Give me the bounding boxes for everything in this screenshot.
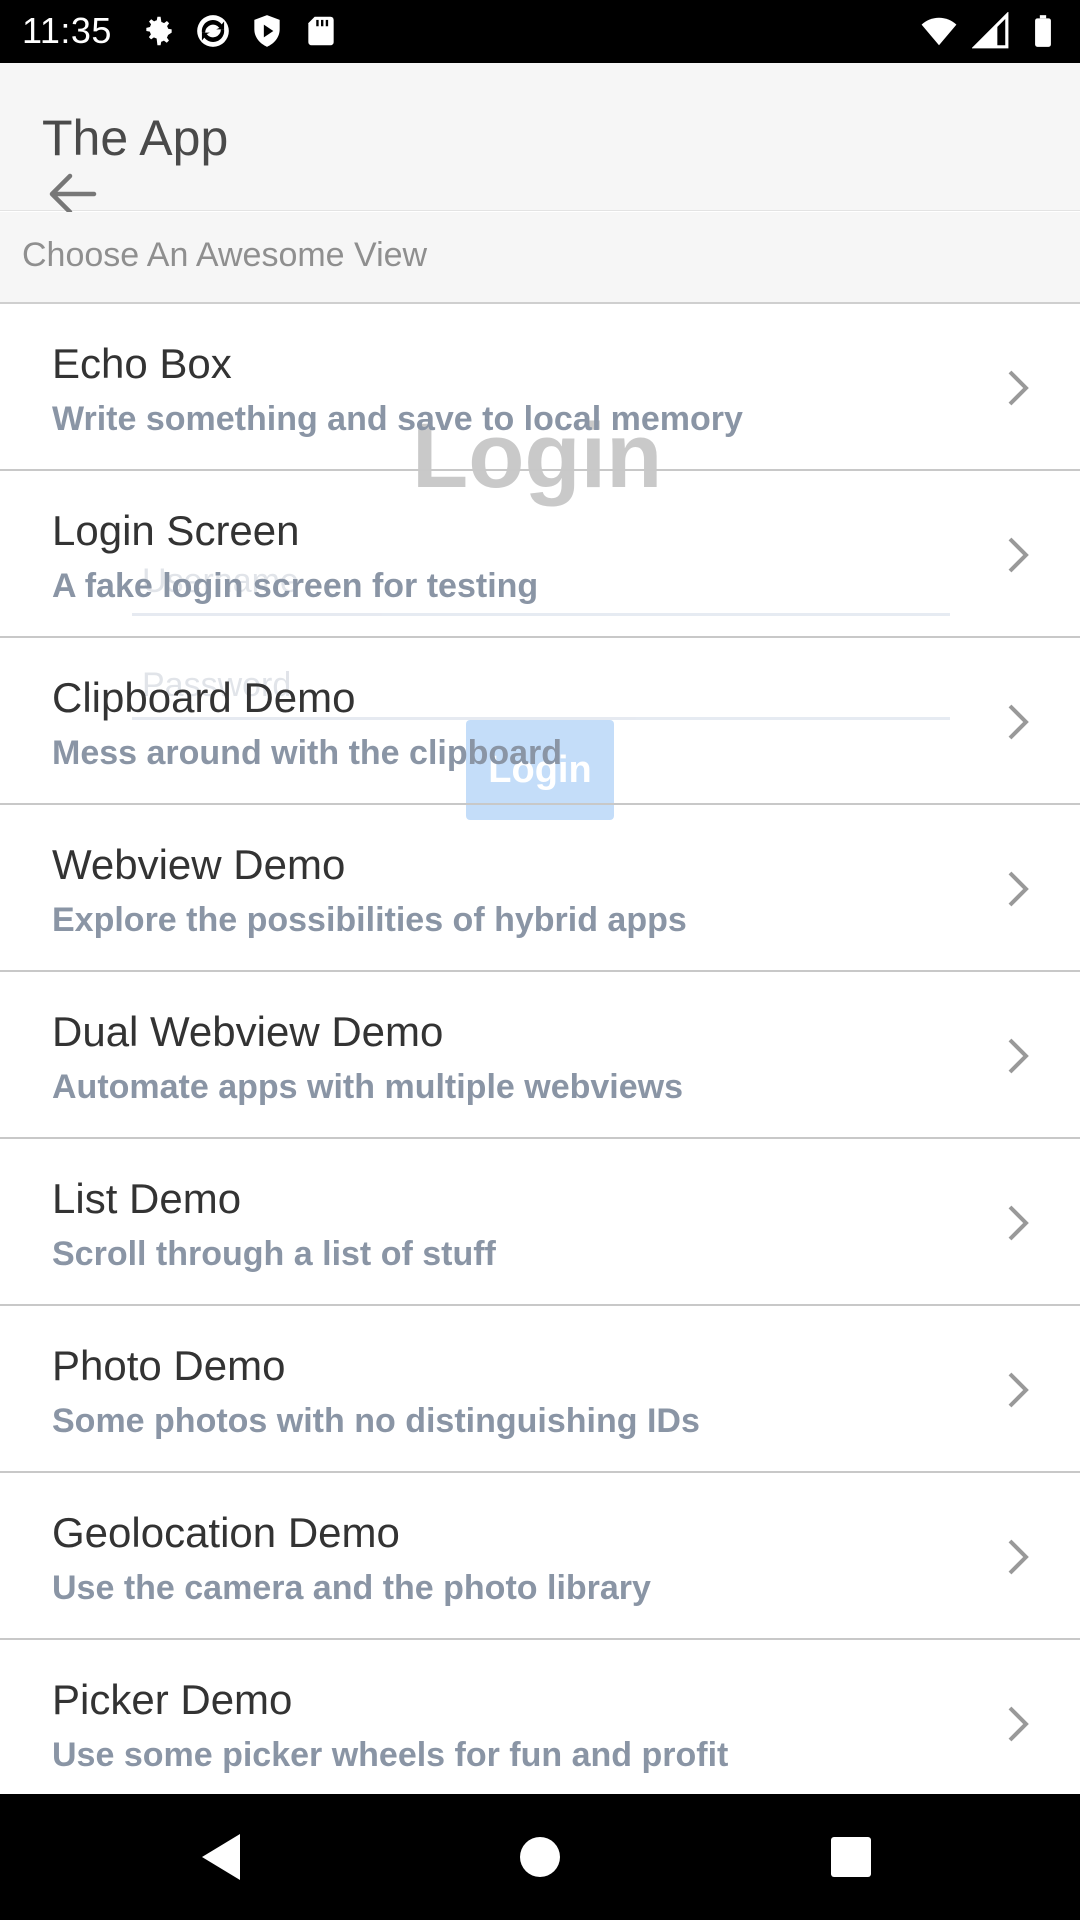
list-item-description: Automate apps with multiple webviews	[52, 1068, 683, 1106]
list-item-photo-demo[interactable]: Photo Demo Some photos with no distingui…	[0, 1306, 1080, 1473]
status-bar: 11:35	[0, 0, 1080, 63]
gear-icon	[146, 16, 172, 46]
list-item-description: Mess around with the clipboard	[52, 734, 563, 772]
view-list: Echo Box Write something and save to loc…	[0, 304, 1080, 1807]
list-item-description: Explore the possibilities of hybrid apps	[52, 901, 687, 939]
chevron-right-icon	[1008, 1205, 1029, 1241]
subheader: Choose An Awesome View	[0, 212, 1080, 304]
list-item-title: Picker Demo	[52, 1676, 293, 1723]
list-item-clipboard-demo[interactable]: Clipboard Demo Mess around with the clip…	[0, 638, 1080, 805]
status-icons-right	[920, 12, 1062, 50]
system-nav-bar	[0, 1794, 1080, 1920]
sync-icon	[197, 15, 229, 47]
list-item-description: Use the camera and the photo library	[52, 1569, 651, 1607]
list-item-description: Write something and save to local memory	[52, 400, 743, 438]
status-icons-left	[140, 12, 340, 50]
list-item-description: Some photos with no distinguishing IDs	[52, 1402, 700, 1440]
list-item-title: Dual Webview Demo	[52, 1008, 444, 1055]
list-item-description: A fake login screen for testing	[52, 567, 539, 605]
chevron-right-icon	[1008, 537, 1029, 573]
wifi-icon	[921, 17, 957, 46]
chevron-right-icon	[1008, 871, 1029, 907]
back-triangle-icon[interactable]	[190, 1824, 256, 1890]
list-item-dual-webview-demo[interactable]: Dual Webview Demo Automate apps with mul…	[0, 972, 1080, 1139]
signal-icon	[972, 12, 1009, 49]
subheader-text: Choose An Awesome View	[22, 236, 428, 274]
list-item-title: List Demo	[52, 1175, 242, 1222]
list-item-echo-box[interactable]: Echo Box Write something and save to loc…	[0, 304, 1080, 471]
battery-icon	[1035, 15, 1051, 47]
chevron-right-icon	[1008, 704, 1029, 740]
list-item-title: Clipboard Demo	[52, 674, 356, 721]
list-item-description: Scroll through a list of stuff	[52, 1235, 496, 1273]
list-item-picker-demo[interactable]: Picker Demo Use some picker wheels for f…	[0, 1640, 1080, 1807]
chevron-right-icon	[1008, 1038, 1029, 1074]
chevron-right-icon	[1008, 370, 1029, 406]
sd-card-icon	[308, 16, 334, 46]
list-item-title: Login Screen	[52, 507, 300, 554]
list-item-title: Echo Box	[52, 340, 232, 387]
list-item-title: Photo Demo	[52, 1342, 286, 1389]
play-shield-icon	[254, 15, 280, 47]
home-circle-icon[interactable]	[507, 1824, 573, 1890]
recents-square-icon[interactable]	[818, 1824, 884, 1890]
page-title: The App	[42, 110, 229, 166]
list-item-list-demo[interactable]: List Demo Scroll through a list of stuff	[0, 1139, 1080, 1306]
list-item-description: Use some picker wheels for fun and profi…	[52, 1736, 729, 1774]
chevron-right-icon	[1008, 1539, 1029, 1575]
status-time: 11:35	[22, 10, 112, 51]
list-item-webview-demo[interactable]: Webview Demo Explore the possibilities o…	[0, 805, 1080, 972]
list-item-geolocation-demo[interactable]: Geolocation Demo Use the camera and the …	[0, 1473, 1080, 1640]
chevron-right-icon	[1008, 1372, 1029, 1408]
chevron-right-icon	[1008, 1706, 1029, 1742]
list-item-title: Webview Demo	[52, 841, 346, 888]
app-header: The App	[0, 63, 1080, 211]
list-item-title: Geolocation Demo	[52, 1509, 400, 1556]
list-item-login-screen[interactable]: Login Screen A fake login screen for tes…	[0, 471, 1080, 638]
